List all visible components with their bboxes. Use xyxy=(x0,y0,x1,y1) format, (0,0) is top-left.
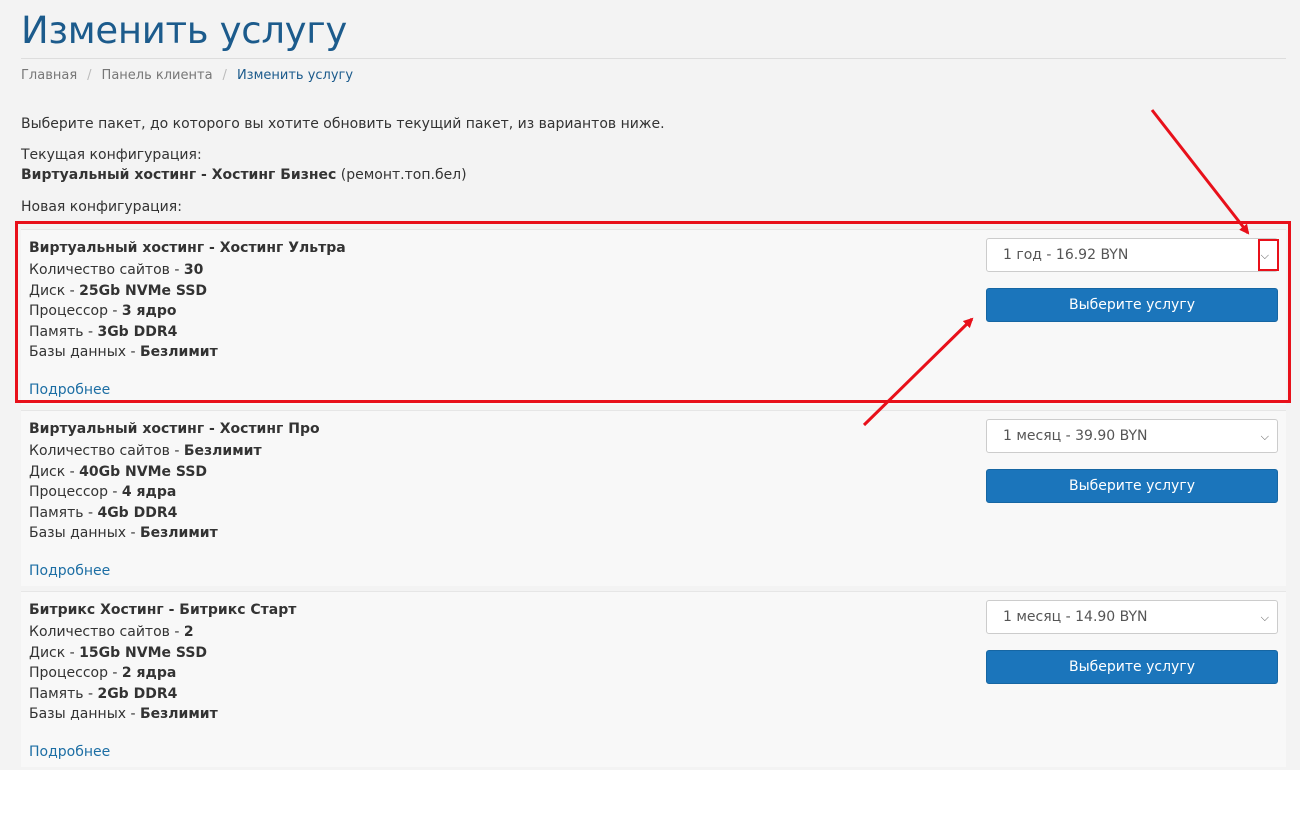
spec-separator: - xyxy=(126,525,140,542)
more-details-link[interactable]: Подробнее xyxy=(29,563,110,579)
annotation-highlight-box xyxy=(15,221,1291,403)
spec-value: 2 xyxy=(183,624,194,640)
spec-row: Процессор - 4 ядра xyxy=(29,482,262,503)
billing-cycle-select[interactable]: 1 месяц - 14.90 BYN ⌵ xyxy=(986,600,1278,634)
spec-label: Базы данных xyxy=(29,525,127,542)
intro-text: Выберите пакет, до которого вы хотите об… xyxy=(21,116,665,132)
spec-value: 4Gb DDR4 xyxy=(97,504,178,521)
spec-label: Количество сайтов xyxy=(29,624,170,640)
current-config-label: Текущая конфигурация: xyxy=(21,147,202,163)
spec-separator: - xyxy=(126,706,140,723)
spec-value: 2Gb DDR4 xyxy=(97,685,178,702)
annotation-dropdown-box xyxy=(1258,239,1279,271)
spec-separator: - xyxy=(65,644,80,661)
spec-row: Память - 2Gb DDR4 xyxy=(29,684,218,705)
spec-value: 4 ядра xyxy=(121,484,177,501)
spec-label: Процессор xyxy=(29,484,108,501)
spec-value: Безлимит xyxy=(140,706,218,723)
spec-separator: - xyxy=(169,443,184,459)
current-product: Виртуальный хостинг - Хостинг Бизнес xyxy=(21,167,337,183)
package-name: Битрикс Хостинг - Битрикс Старт xyxy=(29,602,297,618)
more-details-link[interactable]: Подробнее xyxy=(29,744,110,760)
spec-value: Безлимит xyxy=(140,525,218,542)
spec-row: Память - 4Gb DDR4 xyxy=(29,503,262,524)
spec-row: Процессор - 2 ядра xyxy=(29,663,218,684)
billing-cycle-value: 1 месяц - 39.90 BYN xyxy=(1003,428,1148,444)
spec-separator: - xyxy=(83,685,98,702)
spec-value: 40Gb NVMe SSD xyxy=(79,463,208,480)
spec-separator: - xyxy=(169,624,184,640)
spec-label: Базы данных xyxy=(29,706,127,723)
spec-row: Базы данных - Безлимит xyxy=(29,523,262,544)
breadcrumb-separator: / xyxy=(222,68,227,83)
select-service-button[interactable]: Выберите услугу xyxy=(986,650,1278,684)
breadcrumb-client-area[interactable]: Панель клиента xyxy=(102,68,213,83)
spec-label: Память xyxy=(29,504,84,521)
current-config-value: Виртуальный хостинг - Хостинг Бизнес (ре… xyxy=(21,167,467,183)
chevron-down-icon: ⌵ xyxy=(1260,611,1269,624)
package-specs: Количество сайтов - 2 Диск - 15Gb NVMe SS… xyxy=(29,622,218,725)
breadcrumb-home[interactable]: Главная xyxy=(21,68,77,83)
spec-row: Диск - 15Gb NVMe SSD xyxy=(29,643,218,664)
spec-value: Безлимит xyxy=(183,443,262,459)
spec-separator: - xyxy=(83,504,98,521)
breadcrumb: Главная / Панель клиента / Изменить услу… xyxy=(21,68,353,83)
spec-label: Процессор xyxy=(29,665,108,682)
package-name: Виртуальный хостинг - Хостинг Про xyxy=(29,421,320,437)
spec-value: 2 ядра xyxy=(121,665,177,682)
spec-row: Количество сайтов - Безлимит xyxy=(29,441,262,462)
breadcrumb-current: Изменить услугу xyxy=(236,68,354,83)
current-domain: (ремонт.топ.бел) xyxy=(340,167,467,183)
spec-separator: - xyxy=(107,665,122,682)
package-card: Битрикс Хостинг - Битрикс Старт Количест… xyxy=(21,591,1286,767)
title-divider xyxy=(21,58,1286,59)
package-specs: Количество сайтов - Безлимит Диск - 40Gb … xyxy=(29,441,262,544)
spec-row: Базы данных - Безлимит xyxy=(29,704,218,725)
spec-label: Диск xyxy=(29,644,66,661)
package-card: Виртуальный хостинг - Хостинг Про Количе… xyxy=(21,410,1286,586)
new-config-label: Новая конфигурация: xyxy=(21,199,182,215)
spec-separator: - xyxy=(107,484,122,501)
billing-cycle-value: 1 месяц - 14.90 BYN xyxy=(1003,609,1148,625)
spec-separator: - xyxy=(65,463,80,480)
spec-row: Диск - 40Gb NVMe SSD xyxy=(29,462,262,483)
spec-label: Память xyxy=(29,685,84,702)
spec-label: Диск xyxy=(29,463,66,480)
chevron-down-icon: ⌵ xyxy=(1260,430,1269,443)
breadcrumb-separator: / xyxy=(87,68,92,83)
billing-cycle-select[interactable]: 1 месяц - 39.90 BYN ⌵ xyxy=(986,419,1278,453)
page-title: Изменить услугу xyxy=(21,9,348,52)
spec-value: 15Gb NVMe SSD xyxy=(79,644,208,661)
select-service-button[interactable]: Выберите услугу xyxy=(986,469,1278,503)
spec-row: Количество сайтов - 2 xyxy=(29,622,218,643)
spec-label: Количество сайтов xyxy=(29,443,170,459)
